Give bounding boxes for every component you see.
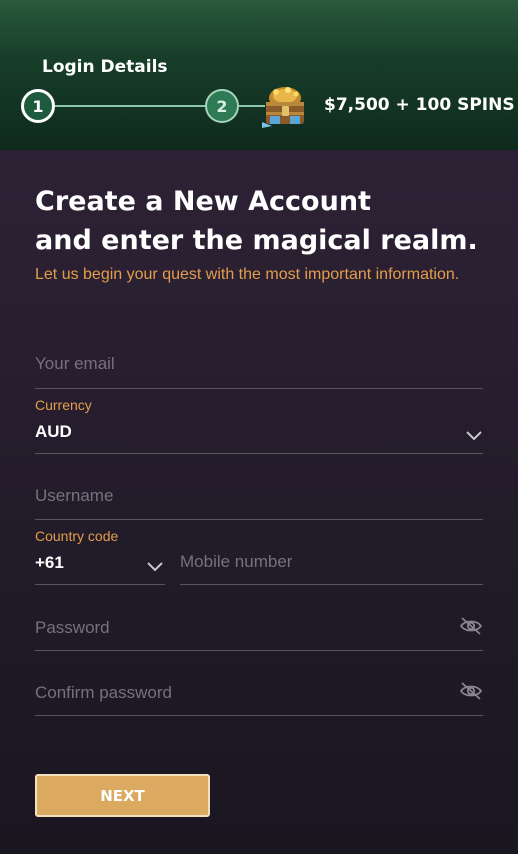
step-1-indicator: 1 — [21, 89, 55, 123]
bonus-offer: $7,500 + 100 SPINS — [324, 95, 515, 115]
step-connector — [55, 105, 205, 107]
username-field[interactable]: Username — [35, 472, 483, 520]
step-2-indicator[interactable]: 2 — [205, 89, 239, 123]
currency-label: Currency — [35, 397, 92, 413]
eye-off-icon[interactable] — [459, 616, 483, 636]
title-line-1: Create a New Account — [35, 186, 371, 217]
page-subtitle: Let us begin your quest with the most im… — [35, 266, 460, 283]
chevron-down-icon — [147, 562, 163, 572]
page-title: Create a New Account and enter the magic… — [35, 182, 505, 260]
treasure-chest-icon — [262, 87, 304, 128]
currency-value: AUD — [35, 422, 72, 441]
stepper-header: Login Details 1 2 $7,500 + 100 SPINS — [0, 0, 518, 150]
country-code-select[interactable]: Country code +61 — [35, 528, 165, 585]
mobile-number-field[interactable]: Mobile number — [180, 528, 483, 585]
step-title: Login Details — [42, 57, 168, 77]
password-field[interactable]: Password — [35, 603, 483, 651]
confirm-password-field[interactable]: Confirm password — [35, 668, 483, 716]
chevron-down-icon — [466, 431, 482, 441]
signup-page: Login Details 1 2 $7,500 + 100 SPINS Cre… — [0, 0, 518, 854]
mobile-placeholder: Mobile number — [180, 552, 293, 571]
confirm-password-placeholder: Confirm password — [35, 683, 172, 702]
country-code-value: +61 — [35, 553, 64, 572]
password-placeholder: Password — [35, 618, 110, 637]
next-button[interactable]: NEXT — [35, 774, 210, 817]
username-placeholder: Username — [35, 486, 114, 505]
currency-select[interactable]: Currency AUD — [35, 397, 483, 454]
title-line-2: and enter the magical realm. — [35, 225, 478, 256]
email-placeholder: Your email — [35, 354, 115, 373]
email-field[interactable]: Your email — [35, 341, 483, 389]
country-code-label: Country code — [35, 528, 119, 544]
eye-off-icon[interactable] — [459, 681, 483, 701]
